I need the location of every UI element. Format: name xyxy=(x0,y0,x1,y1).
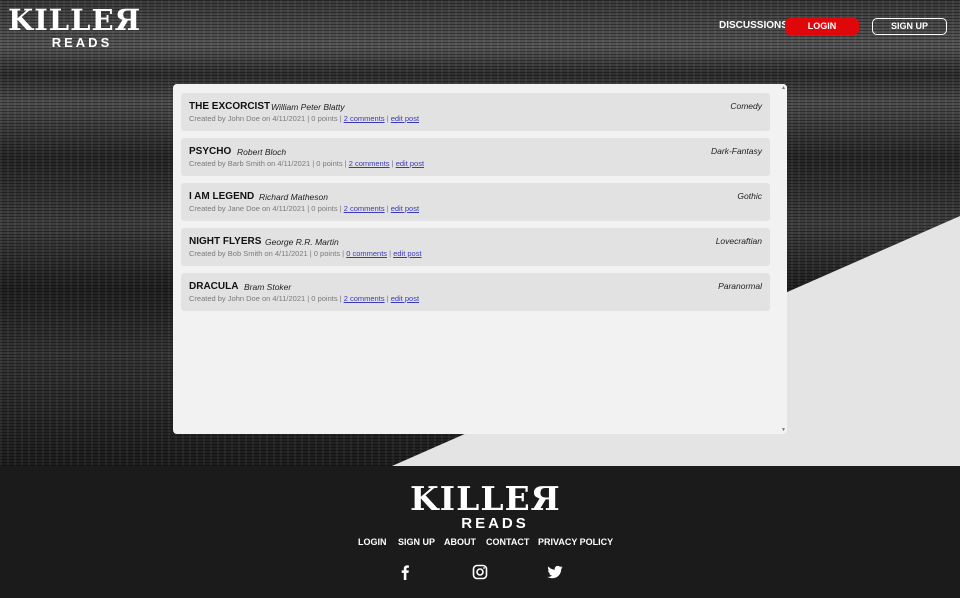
post-meta: Created by Bob Smith on 4/11/2021 | 0 po… xyxy=(189,249,422,258)
post-edit-link[interactable]: edit post xyxy=(391,114,419,123)
post-author: Bram Stoker xyxy=(244,282,292,292)
post-title[interactable]: PSYCHO xyxy=(189,146,231,157)
post-comments-link[interactable]: 2 comments xyxy=(344,114,385,123)
post-genre: Lovecraftian xyxy=(715,236,762,246)
login-button[interactable]: LOGIN xyxy=(785,18,859,35)
logo-text-reads: READS xyxy=(51,35,113,50)
post-genre: Comedy xyxy=(730,101,762,111)
post-author: George R.R. Martin xyxy=(265,237,339,247)
twitter-icon[interactable] xyxy=(547,564,563,580)
footer-link-contact[interactable]: CONTACT xyxy=(486,537,529,549)
logo-text-reads: READS xyxy=(461,515,529,532)
post-edit-link[interactable]: edit post xyxy=(393,249,421,258)
post-title[interactable]: DRACULA xyxy=(189,281,238,292)
footer-link-login[interactable]: LOGIN xyxy=(358,537,387,549)
post-title[interactable]: THE EXCORCIST xyxy=(189,101,270,112)
footer-link-about[interactable]: ABOUT xyxy=(444,537,476,549)
post-edit-link[interactable]: edit post xyxy=(391,204,419,213)
logo-text-killer: KILLEЯ xyxy=(8,3,142,37)
post-title[interactable]: NIGHT FLYERS xyxy=(189,236,261,247)
post-created-info: Created by Bob Smith on 4/11/2021 | 0 po… xyxy=(189,249,345,258)
post-created-info: Created by Barb Smith on 4/11/2021 | 0 p… xyxy=(189,159,347,168)
post-edit-link[interactable]: edit post xyxy=(396,159,424,168)
post-row[interactable]: PSYCHO Robert Bloch Dark-Fantasy Created… xyxy=(181,138,770,176)
post-comments-link[interactable]: 2 comments xyxy=(344,294,385,303)
footer-link-signup[interactable]: SIGN UP xyxy=(398,537,435,549)
post-created-info: Created by John Doe on 4/11/2021 | 0 poi… xyxy=(189,114,342,123)
post-row[interactable]: I AM LEGEND Richard Matheson Gothic Crea… xyxy=(181,183,770,221)
post-comments-link[interactable]: 2 comments xyxy=(344,204,385,213)
logo-text-killer: KILLEЯ xyxy=(410,479,561,518)
post-author: Richard Matheson xyxy=(259,192,328,202)
nav-discussions[interactable]: DISCUSSIONS xyxy=(719,17,788,35)
facebook-icon[interactable] xyxy=(397,564,413,580)
post-row[interactable]: THE EXCORCIST William Peter Blatty Comed… xyxy=(181,93,770,131)
instagram-icon[interactable] xyxy=(472,564,488,580)
post-meta: Created by Barb Smith on 4/11/2021 | 0 p… xyxy=(189,159,425,168)
footer-link-privacy[interactable]: PRIVACY POLICY xyxy=(538,537,613,549)
post-genre: Dark-Fantasy xyxy=(710,146,762,156)
posts-panel: THE EXCORCIST William Peter Blatty Comed… xyxy=(173,84,787,434)
panel-scrollbar[interactable]: ▲ ▼ xyxy=(780,84,787,434)
post-author: Robert Bloch xyxy=(237,147,287,157)
footer-logo[interactable]: KILLEЯ READS xyxy=(410,479,561,532)
post-comments-link[interactable]: 2 comments xyxy=(349,159,390,168)
post-meta: Created by Jane Doe on 4/11/2021 | 0 poi… xyxy=(189,204,420,213)
post-row[interactable]: NIGHT FLYERS George R.R. Martin Lovecraf… xyxy=(181,228,770,266)
post-title[interactable]: I AM LEGEND xyxy=(189,191,254,202)
post-meta: Created by John Doe on 4/11/2021 | 0 poi… xyxy=(189,294,420,303)
scroll-down-arrow-icon[interactable]: ▼ xyxy=(781,427,786,433)
header-logo[interactable]: KILLEЯ READS xyxy=(8,3,142,50)
post-row[interactable]: DRACULA Bram Stoker Paranormal Created b… xyxy=(181,273,770,311)
scroll-up-arrow-icon[interactable]: ▲ xyxy=(781,85,786,91)
post-created-info: Created by Jane Doe on 4/11/2021 | 0 poi… xyxy=(189,204,342,213)
post-edit-link[interactable]: edit post xyxy=(391,294,419,303)
post-created-info: Created by John Doe on 4/11/2021 | 0 poi… xyxy=(189,294,342,303)
signup-button[interactable]: SIGN UP xyxy=(872,18,947,35)
post-author: William Peter Blatty xyxy=(271,102,345,112)
post-genre: Gothic xyxy=(737,191,762,201)
post-comments-link[interactable]: 0 comments xyxy=(346,249,387,258)
post-meta: Created by John Doe on 4/11/2021 | 0 poi… xyxy=(189,114,420,123)
post-genre: Paranormal xyxy=(718,281,762,291)
